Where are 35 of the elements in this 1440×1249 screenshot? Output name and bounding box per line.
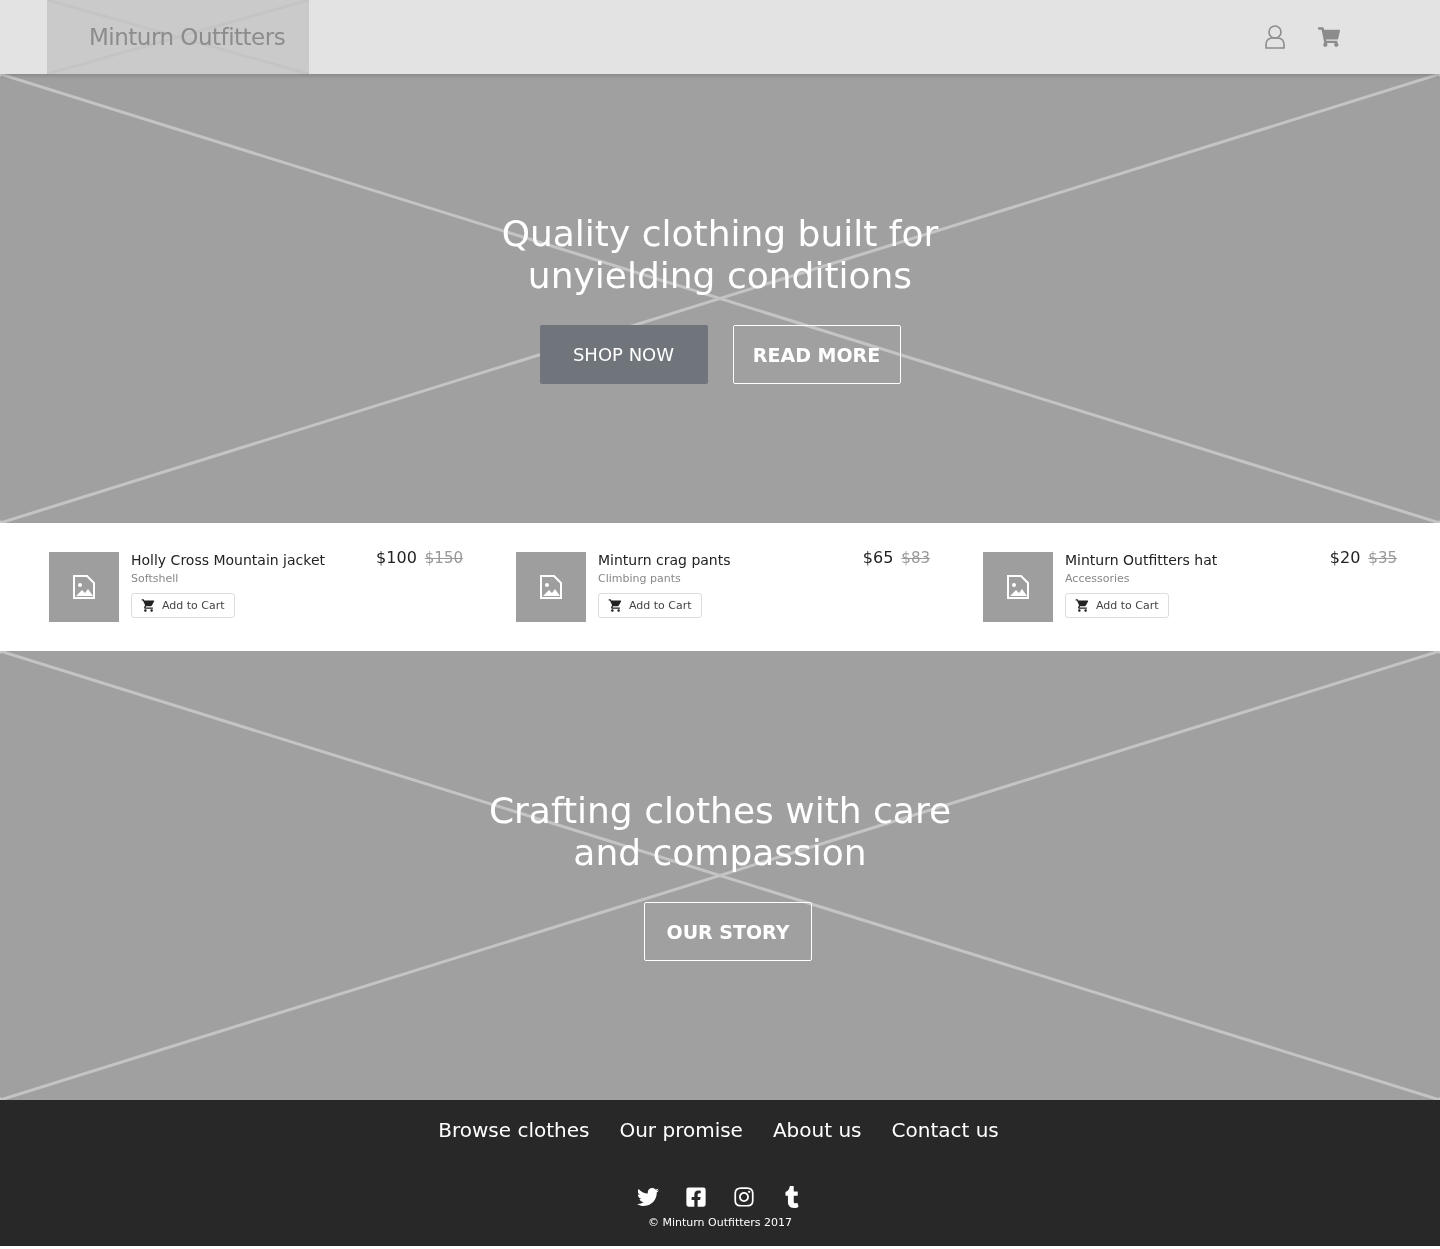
product-price: $20 (1329, 548, 1361, 567)
product-name: Minturn Outfitters hat (1065, 552, 1219, 568)
footer-link[interactable]: Contact us (891, 1118, 999, 1142)
product-price: $65 (862, 548, 894, 567)
image-icon (73, 575, 95, 599)
image-icon (1007, 575, 1029, 599)
add-to-cart-button[interactable]: Add to Cart (1065, 593, 1169, 618)
original-price: $83 (901, 549, 930, 567)
logo-text: Minturn Outfitters (89, 24, 286, 50)
cart-icon[interactable] (1318, 26, 1340, 48)
twitter-icon[interactable] (637, 1186, 659, 1208)
add-to-cart-button[interactable]: Add to Cart (131, 593, 235, 618)
image-icon (540, 575, 562, 599)
original-price: $150 (424, 549, 463, 567)
footer-link[interactable]: Browse clothes (438, 1118, 590, 1142)
product-price: $100 (376, 548, 417, 567)
shop-button[interactable]: SHOP NOW (539, 325, 708, 384)
add-to-cart-button[interactable]: Add to Cart (598, 593, 702, 618)
footer-link[interactable]: About us (772, 1118, 862, 1142)
facebook-icon[interactable] (685, 1186, 707, 1208)
product-name: Holly Cross Mountain jacket (131, 552, 326, 568)
original-price: $35 (1368, 549, 1397, 567)
cart-icon (608, 598, 623, 613)
product-name: Minturn crag pants (598, 552, 732, 568)
footer-link[interactable]: Our promise (619, 1118, 743, 1142)
hero-heading: Quality clothing built for unyielding conditions (501, 213, 939, 297)
cart-icon (1075, 598, 1090, 613)
story-heading: Crafting clothes with care and compassion (488, 790, 952, 874)
user-icon[interactable] (1264, 24, 1286, 50)
product-category: Climbing pants (598, 572, 682, 585)
product-category: Accessories (1065, 572, 1131, 585)
copyright-text: © Minturn Outfitters 2017 (647, 1216, 793, 1229)
product-category: Softshell (131, 572, 180, 585)
cart-icon (141, 598, 156, 613)
instagram-icon[interactable] (733, 1186, 755, 1208)
